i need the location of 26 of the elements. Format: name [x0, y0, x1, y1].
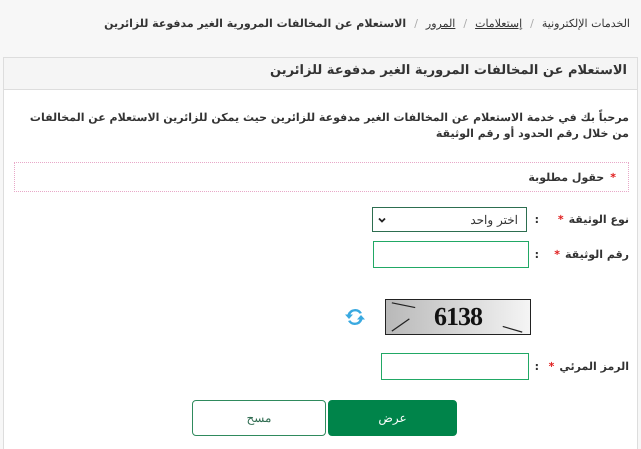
- required-note: حقول مطلوبة: [528, 170, 604, 184]
- submit-button[interactable]: عرض: [328, 400, 457, 436]
- breadcrumb-link[interactable]: إستعلامات: [475, 17, 522, 30]
- breadcrumb-separator: /: [463, 17, 468, 30]
- field-label: رقم الوثيقة: [565, 248, 629, 261]
- required-mark: *: [548, 360, 554, 373]
- captcha-image: 6138: [385, 299, 531, 335]
- input-field[interactable]: [373, 241, 529, 268]
- colon: :: [534, 213, 539, 226]
- clear-button[interactable]: مسح: [192, 400, 326, 436]
- field-label: نوع الوثيقة: [568, 213, 629, 226]
- required-mark: *: [558, 213, 564, 226]
- required-mark: *: [610, 170, 616, 184]
- document-type-select[interactable]: اختر واحد: [372, 207, 527, 232]
- colon: :: [534, 248, 539, 261]
- intro-text: مرحباً بك في خدمة الاستعلام عن المخالفات الغير مدفوعة للزائرين حيث يمكن للزائرين الاستعلام عن المخالفات من خلال رقم الحدود أو رقم الوثيقة: [28, 110, 629, 142]
- panel-title: الاستعلام عن المخالفات المرورية الغير مدفوعة للزائرين: [270, 63, 627, 78]
- breadcrumb-item: الاستعلام عن المخالفات المرورية الغير مدفوعة للزائرين: [104, 17, 406, 30]
- colon: :: [534, 360, 539, 373]
- breadcrumb-separator: /: [530, 17, 534, 30]
- required-mark: *: [554, 248, 560, 261]
- input-field[interactable]: [381, 353, 529, 380]
- breadcrumb-link[interactable]: المرور: [426, 17, 456, 30]
- field-label: الرمز المرئي: [559, 360, 629, 373]
- breadcrumb-separator: /: [414, 17, 418, 30]
- breadcrumb-item[interactable]: الخدمات الإلكترونية: [542, 17, 630, 30]
